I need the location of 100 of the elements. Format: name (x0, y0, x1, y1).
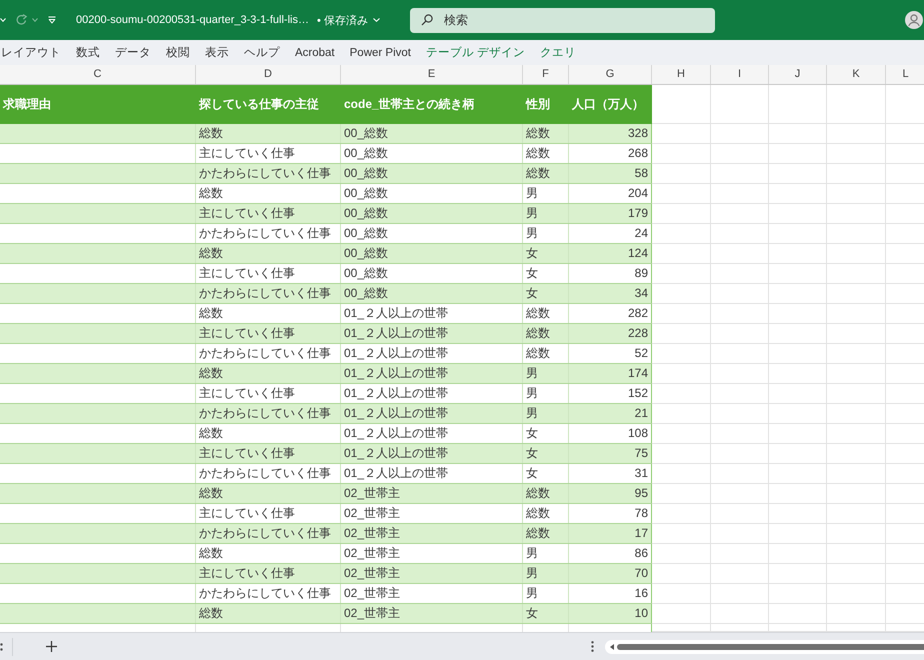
table-cell: 男 (523, 384, 569, 403)
table-cell: 01_２人以上の世帯 (341, 424, 523, 443)
table-cell: 男 (523, 184, 569, 203)
table-cell: 主にしていく仕事 (196, 204, 341, 223)
file-name[interactable]: 00200-soumu-00200531-quarter_3-3-1-full-lis… (76, 14, 309, 26)
table-cell: 01_２人以上の世帯 (341, 304, 523, 323)
table-cell: かたわらにしていく仕事 (196, 404, 341, 423)
chevron-down-icon (32, 18, 38, 22)
column-header[interactable]: G (569, 65, 652, 84)
column-header[interactable]: C (0, 65, 196, 84)
table-cell: 女 (523, 244, 569, 263)
add-sheet-button[interactable] (46, 641, 57, 652)
ribbon-tab[interactable]: 校閲 (166, 45, 190, 60)
table-cell: 02_世帯主 (341, 564, 523, 583)
ribbon-tab[interactable]: Power Pivot (350, 46, 411, 58)
column-header[interactable]: L (886, 65, 924, 84)
dots-icon[interactable] (0, 642, 3, 650)
table-cell: 02_世帯主 (341, 524, 523, 543)
chevron-down-icon (372, 18, 380, 22)
table-cell: 総数 (196, 364, 341, 383)
table-cell: 主にしていく仕事 (196, 144, 341, 163)
table-cell: かたわらにしていく仕事 (196, 164, 341, 183)
table-cell: かたわらにしていく仕事 (196, 284, 341, 303)
column-header[interactable]: K (827, 65, 886, 84)
column-header[interactable]: I (711, 65, 769, 84)
table-cell: 総数 (196, 304, 341, 323)
ribbon-tab[interactable]: データ (115, 45, 151, 60)
table-cell: 男 (523, 404, 569, 423)
table-cell: 総数 (523, 304, 569, 323)
table-cell: かたわらにしていく仕事 (196, 344, 341, 363)
ribbon-tab[interactable]: クエリ (540, 45, 576, 60)
table-cell: 主にしていく仕事 (196, 324, 341, 343)
scrollbar-thumb[interactable] (617, 644, 924, 650)
horizontal-scrollbar[interactable] (605, 640, 924, 654)
ribbon-tab[interactable]: 表示 (205, 45, 229, 60)
table-cell: 総数 (523, 504, 569, 523)
ribbon-tab[interactable]: テーブル デザイン (426, 45, 526, 60)
table-cell: 総数 (523, 164, 569, 183)
table-cell: 主にしていく仕事 (196, 444, 341, 463)
table-cell: 男 (523, 544, 569, 563)
search-field[interactable]: 検索 (410, 8, 715, 32)
table-cell: 男 (523, 204, 569, 223)
table-cell: 男 (523, 584, 569, 603)
table-cell: 男 (523, 224, 569, 243)
column-header[interactable]: H (652, 65, 711, 84)
table-cell: 女 (523, 264, 569, 283)
column-heading: 探している仕事の主従 (199, 96, 319, 113)
column-heading: 求職理由 (3, 96, 51, 113)
save-status-button[interactable]: • 保存済み (316, 12, 380, 28)
table-cell: 総数 (523, 144, 569, 163)
table-cell: 01_２人以上の世帯 (341, 364, 523, 383)
table-cell: 00_総数 (341, 224, 523, 243)
customize-toolbar-icon[interactable] (48, 16, 56, 24)
table-cell: 女 (523, 604, 569, 623)
column-header[interactable]: E (341, 65, 523, 84)
ribbon-tab[interactable]: Acrobat (295, 46, 335, 58)
table-cell: 01_２人以上の世帯 (341, 344, 523, 363)
table-cell: 00_総数 (341, 244, 523, 263)
table-cell: 01_２人以上の世帯 (341, 324, 523, 343)
table-cell: 主にしていく仕事 (196, 504, 341, 523)
table-cell: 00_総数 (341, 144, 523, 163)
table-cell: 女 (523, 464, 569, 483)
table-cell: 02_世帯主 (341, 604, 523, 623)
table-cell: 総数 (196, 484, 341, 503)
ribbon-tab[interactable]: ヘルプ (244, 45, 280, 60)
table-cell: 01_２人以上の世帯 (341, 404, 523, 423)
vertical-dots-icon[interactable] (591, 641, 594, 652)
column-heading: code_世帯主との続き柄 (344, 96, 475, 113)
column-header[interactable]: F (523, 65, 569, 84)
avatar-icon[interactable] (905, 11, 923, 29)
table-cell: 02_世帯主 (341, 584, 523, 603)
table-cell: かたわらにしていく仕事 (196, 224, 341, 243)
ribbon-tab[interactable]: 数式 (76, 45, 100, 60)
scroll-left-icon[interactable] (610, 644, 614, 650)
table-cell: 02_世帯主 (341, 544, 523, 563)
table-cell: かたわらにしていく仕事 (196, 464, 341, 483)
table-cell: 総数 (523, 344, 569, 363)
table-cell: 00_総数 (341, 284, 523, 303)
table-cell: 総数 (196, 604, 341, 623)
table-cell: 総数 (196, 184, 341, 203)
table-cell: 総数 (196, 544, 341, 563)
column-header[interactable]: D (196, 65, 341, 84)
column-header[interactable]: J (769, 65, 827, 84)
table-cell: 00_総数 (341, 164, 523, 183)
table-cell: 男 (523, 364, 569, 383)
table-cell: 女 (523, 444, 569, 463)
plus-icon (46, 641, 57, 652)
table-cell: 02_世帯主 (341, 504, 523, 523)
ribbon-tab[interactable]: レイアウト (1, 45, 61, 60)
table-cell: 総数 (196, 244, 341, 263)
table-cell: 女 (523, 284, 569, 303)
table-cell: 00_総数 (341, 204, 523, 223)
chevron-down-icon (0, 18, 6, 22)
table-cell: 主にしていく仕事 (196, 264, 341, 283)
table-cell: 総数 (523, 484, 569, 503)
table-cell: 01_２人以上の世帯 (341, 384, 523, 403)
column-heading: 性別 (526, 96, 550, 113)
table-cell: 主にしていく仕事 (196, 564, 341, 583)
table-cell: 00_総数 (341, 264, 523, 283)
table-cell: 女 (523, 424, 569, 443)
